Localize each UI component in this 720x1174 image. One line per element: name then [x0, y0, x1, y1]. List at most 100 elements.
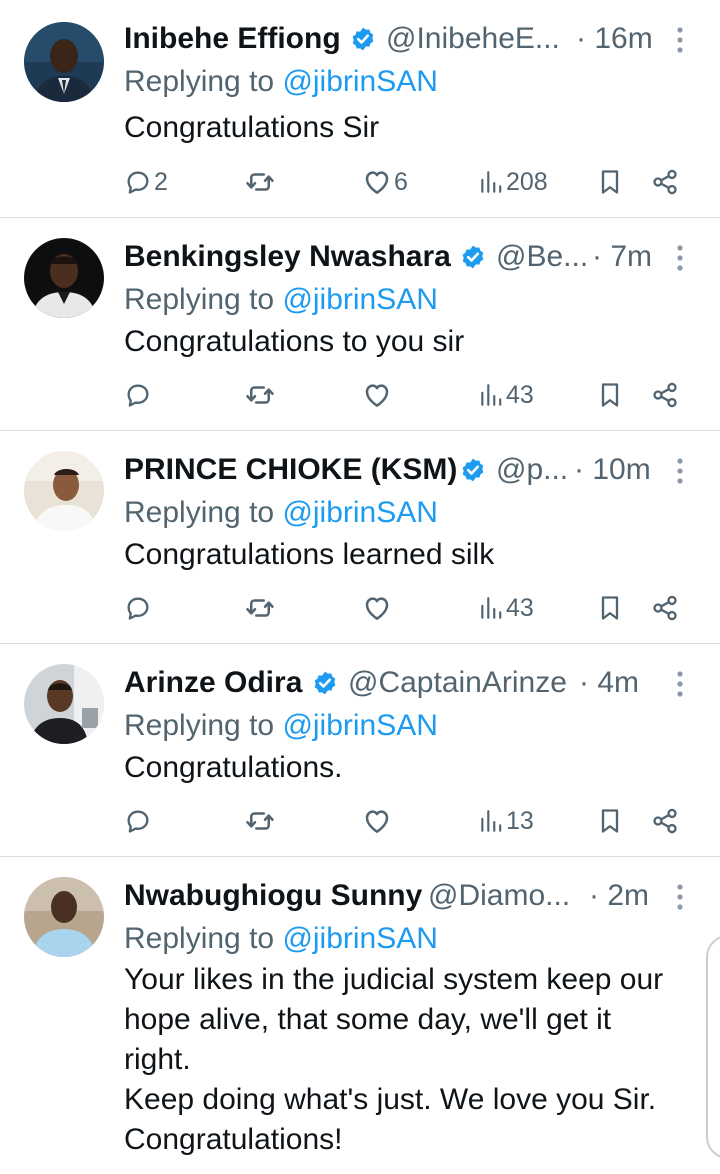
repost-button[interactable]	[245, 375, 277, 415]
heart-icon	[362, 380, 392, 410]
like-button[interactable]: 6	[362, 162, 408, 202]
author-handle[interactable]: @Be...	[496, 236, 588, 278]
mention-link[interactable]: @jibrinSAN	[282, 922, 438, 955]
scroll-handle[interactable]	[706, 935, 720, 1159]
mention-link[interactable]: @jibrinSAN	[282, 65, 438, 98]
reply-count: 2	[154, 167, 168, 196]
repost-button[interactable]	[245, 162, 277, 202]
reply-button[interactable]: 2	[124, 162, 168, 202]
bookmark-icon	[596, 807, 624, 835]
views-button[interactable]: 43	[478, 375, 534, 415]
reply-text: Congratulations Sir	[124, 111, 380, 144]
reply-item[interactable]: Inibehe Effiong @InibeheE... · 16m Reply…	[0, 0, 720, 218]
like-button[interactable]	[362, 588, 394, 628]
views-button[interactable]: 43	[478, 588, 534, 628]
avatar[interactable]	[24, 22, 104, 102]
replying-to: Replying to @jibrinSAN	[124, 282, 438, 318]
bookmark-button[interactable]	[596, 801, 624, 841]
replying-to: Replying to @jibrinSAN	[124, 64, 438, 100]
repost-icon	[245, 593, 275, 623]
repost-button[interactable]	[245, 801, 277, 841]
share-button[interactable]	[651, 162, 679, 202]
verified-badge-icon	[350, 26, 376, 52]
action-bar: 2 6 208	[0, 162, 720, 202]
share-icon	[651, 381, 679, 409]
avatar[interactable]	[24, 451, 104, 531]
author-handle[interactable]: @InibeheE...	[386, 18, 560, 60]
share-icon	[651, 807, 679, 835]
reply-text: Congratulations learned silk	[124, 538, 495, 571]
avatar[interactable]	[24, 238, 104, 318]
action-bar: 43	[0, 375, 720, 415]
reply-item[interactable]: Nwabughiogu Sunny @Diamo... · 2m Replyin…	[0, 857, 720, 1174]
author-name[interactable]: Inibehe Effiong	[124, 18, 341, 60]
post-time[interactable]: · 2m	[589, 875, 649, 917]
reply-text: Congratulations.	[124, 751, 343, 784]
verified-badge-icon	[460, 244, 486, 270]
reply-text-line: Keep doing what's just. We love you Sir.	[124, 1083, 657, 1116]
reply-item[interactable]: Benkingsley Nwashara @Be... · 7m Replyin…	[0, 218, 720, 431]
reply-text-line: Your likes in the judicial system keep o…	[124, 963, 664, 996]
bookmark-icon	[596, 168, 624, 196]
views-button[interactable]: 208	[478, 162, 548, 202]
replying-to: Replying to @jibrinSAN	[124, 495, 438, 531]
author-name[interactable]: Benkingsley Nwashara	[124, 236, 451, 278]
repost-button[interactable]	[245, 588, 277, 628]
repost-icon	[245, 806, 275, 836]
bookmark-button[interactable]	[596, 162, 624, 202]
repost-icon	[245, 380, 275, 410]
mention-link[interactable]: @jibrinSAN	[282, 709, 438, 742]
author-name[interactable]: PRINCE CHIOKE (KSM)	[124, 449, 457, 491]
share-button[interactable]	[651, 588, 679, 628]
share-icon	[651, 594, 679, 622]
replying-prefix: Replying to	[124, 283, 275, 316]
post-time[interactable]: · 4m	[579, 662, 639, 704]
reply-bubble-icon	[124, 381, 152, 409]
bookmark-button[interactable]	[596, 375, 624, 415]
more-vertical-icon[interactable]	[672, 26, 688, 54]
reply-text: Congratulations to you sir	[124, 325, 465, 358]
reply-text-line: right.	[124, 1043, 191, 1076]
reply-button[interactable]	[124, 375, 154, 415]
more-vertical-icon[interactable]	[672, 670, 688, 698]
share-button[interactable]	[651, 375, 679, 415]
author-name[interactable]: Nwabughiogu Sunny	[124, 875, 422, 917]
author-handle[interactable]: @p...	[496, 449, 568, 491]
avatar[interactable]	[24, 877, 104, 957]
author-name[interactable]: Arinze Odira	[124, 662, 302, 704]
views-bar-chart-icon	[478, 169, 504, 195]
more-vertical-icon[interactable]	[672, 883, 688, 911]
avatar[interactable]	[24, 664, 104, 744]
like-button[interactable]	[362, 375, 394, 415]
action-bar: 13	[0, 801, 720, 841]
reply-item[interactable]: PRINCE CHIOKE (KSM) @p... · 10m Replying…	[0, 431, 720, 644]
reply-text-line: Congratulations!	[124, 1123, 343, 1156]
views-button[interactable]: 13	[478, 801, 534, 841]
reply-item[interactable]: Arinze Odira @CaptainArinze · 4m Replyin…	[0, 644, 720, 857]
replying-prefix: Replying to	[124, 709, 275, 742]
views-bar-chart-icon	[478, 595, 504, 621]
view-count: 13	[506, 806, 534, 835]
post-time[interactable]: · 16m	[576, 18, 653, 60]
repost-icon	[245, 167, 275, 197]
replying-prefix: Replying to	[124, 496, 275, 529]
like-button[interactable]	[362, 801, 394, 841]
more-vertical-icon[interactable]	[672, 244, 688, 272]
mention-link[interactable]: @jibrinSAN	[282, 283, 438, 316]
post-time[interactable]: · 7m	[592, 236, 652, 278]
reply-button[interactable]	[124, 588, 154, 628]
share-button[interactable]	[651, 801, 679, 841]
view-count: 208	[506, 167, 548, 196]
heart-icon	[362, 167, 392, 197]
reply-text: Your likes in the judicial system keep o…	[124, 960, 694, 1160]
reply-bubble-icon	[124, 807, 152, 835]
heart-icon	[362, 806, 392, 836]
reply-bubble-icon	[124, 168, 152, 196]
bookmark-button[interactable]	[596, 588, 624, 628]
mention-link[interactable]: @jibrinSAN	[282, 496, 438, 529]
more-vertical-icon[interactable]	[672, 457, 688, 485]
reply-button[interactable]	[124, 801, 154, 841]
author-handle[interactable]: @CaptainArinze	[348, 662, 567, 704]
post-time[interactable]: · 10m	[574, 449, 651, 491]
author-handle[interactable]: @Diamo...	[428, 875, 570, 917]
